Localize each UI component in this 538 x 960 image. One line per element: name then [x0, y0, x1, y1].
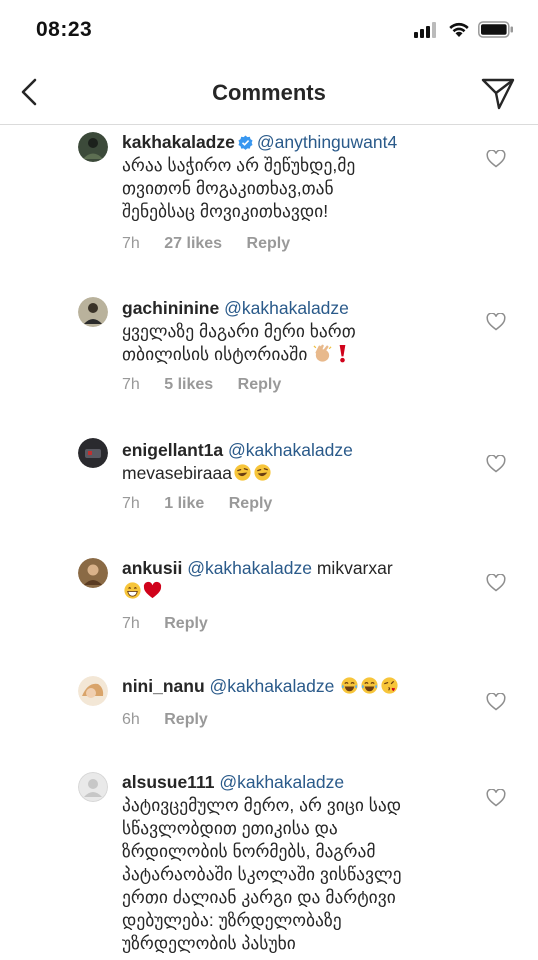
comment-time: 7h	[122, 495, 140, 512]
rofl-face-emoji-icon	[254, 464, 271, 481]
verified-badge-icon	[238, 135, 253, 150]
comment-time: 7h	[122, 376, 140, 393]
like-heart-icon[interactable]	[486, 693, 506, 711]
comment-text-line: უზრდელობის პასუხი	[122, 933, 296, 953]
comment-username[interactable]: alsusue111	[122, 772, 214, 792]
comment-username[interactable]: kakhakaladze	[122, 132, 235, 152]
comment-username[interactable]: gachininine	[122, 298, 219, 318]
direct-send-icon[interactable]	[480, 75, 516, 111]
reply-button[interactable]: Reply	[247, 235, 291, 252]
status-time: 08:23	[36, 18, 93, 41]
comment-text-line: შენებსაც მოვიკითხავდი!	[122, 201, 329, 221]
like-heart-icon[interactable]	[486, 313, 506, 331]
comment-time: 6h	[122, 711, 140, 728]
like-heart-icon[interactable]	[486, 574, 506, 592]
comment-meta: 7h 1 like Reply	[122, 495, 292, 513]
exclamation-emoji-icon	[339, 344, 346, 363]
comment-mention[interactable]: @kakhakaladze	[224, 298, 349, 318]
comment-text-line: ზრდილობის ნორმებს, მაგრამ	[122, 841, 376, 861]
comment-likes[interactable]: 5 likes	[164, 376, 213, 393]
comment-text-line: პატარაობაში სკოლაში ვისწავლე	[122, 864, 402, 884]
tears-of-joy-emoji-icon	[361, 677, 378, 694]
avatar[interactable]	[78, 297, 108, 327]
avatar[interactable]	[78, 558, 108, 588]
reply-button[interactable]: Reply	[229, 495, 273, 512]
grinning-face-emoji-icon	[124, 582, 141, 599]
signal-icon	[414, 22, 436, 38]
comment-likes[interactable]: 1 like	[164, 495, 204, 512]
comment-text-line: ერთი ძალიან კარგი და მარტივი	[122, 887, 396, 907]
comment-meta: 7h 5 likes Reply	[122, 376, 301, 394]
comment-username[interactable]: ankusii	[122, 558, 182, 578]
comment-time: 7h	[122, 615, 140, 632]
red-heart-emoji-icon	[143, 581, 162, 599]
comment-username[interactable]: nini_nanu	[122, 676, 205, 696]
comment-text-line: თბილისის ისტორიაში	[122, 344, 308, 364]
comment-time: 7h	[122, 235, 140, 252]
comment-mention[interactable]: @kakhakaladze	[228, 440, 353, 460]
comment-text-line: თვითონ მოგაკითხავ,თან	[122, 178, 334, 198]
comment-text-line: სწავლობდით ეთიკისა და	[122, 818, 338, 838]
avatar[interactable]	[78, 438, 108, 468]
reply-button[interactable]: Reply	[238, 376, 282, 393]
status-bar: 08:23	[0, 0, 538, 60]
comment-text-line: დებულება: უზრდელობაზე	[122, 910, 342, 930]
nav-header: Comments	[0, 62, 538, 125]
comment-text-line: პატივცემულო მერო, არ ვიცი სად	[122, 795, 402, 815]
comment-username[interactable]: enigellant1a	[122, 440, 223, 460]
comment-mention[interactable]: @kakhakaladze	[187, 558, 312, 578]
comment-text: mevasebiraaa	[122, 463, 232, 483]
wifi-icon	[449, 22, 469, 37]
clapping-hands-emoji-icon	[313, 344, 332, 362]
reply-button[interactable]: Reply	[164, 711, 208, 728]
page-title: Comments	[212, 80, 326, 105]
rofl-face-emoji-icon	[234, 464, 251, 481]
avatar[interactable]	[78, 132, 108, 162]
avatar[interactable]	[78, 772, 108, 802]
avatar[interactable]	[78, 676, 108, 706]
comment-meta: 6h Reply	[122, 711, 228, 729]
reply-button[interactable]: Reply	[164, 615, 208, 632]
tears-of-joy-emoji-icon	[341, 677, 358, 694]
comment-mention[interactable]: @kakhakaladze	[210, 676, 335, 696]
comment-text-line: არაა საჭირო არ შეწუხდე,მე	[122, 155, 356, 175]
comment-text-line: ყველაზე მაგარი მერი ხართ	[122, 321, 356, 341]
kissing-heart-emoji-icon	[381, 677, 398, 694]
comment-text: mikvarxar	[316, 558, 393, 578]
comment-meta: 7h Reply	[122, 615, 228, 633]
comment-mention[interactable]: @anythinguwant4	[257, 132, 397, 152]
comment-mention[interactable]: @kakhakaladze	[219, 772, 344, 792]
comment-meta: 7h 27 likes Reply	[122, 235, 310, 253]
like-heart-icon[interactable]	[486, 150, 506, 168]
battery-icon	[478, 21, 513, 38]
like-heart-icon[interactable]	[486, 789, 506, 807]
like-heart-icon[interactable]	[486, 455, 506, 473]
comment-likes[interactable]: 27 likes	[164, 235, 222, 252]
